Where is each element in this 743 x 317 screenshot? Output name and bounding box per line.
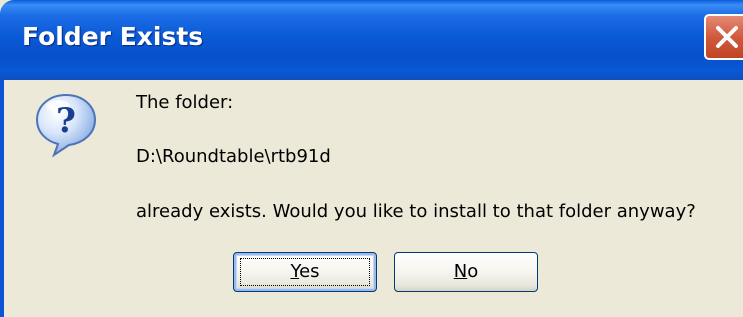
message-line-folder: The folder:	[136, 92, 234, 113]
no-button[interactable]: No	[394, 252, 538, 292]
dialog-title: Folder Exists	[22, 22, 204, 51]
no-button-label: No	[453, 261, 479, 282]
svg-text:?: ?	[56, 101, 76, 141]
close-icon	[716, 26, 738, 48]
message-line-question: already exists. Would you like to instal…	[136, 201, 696, 222]
yes-button-label: Yes	[290, 261, 320, 282]
folder-path-text: D:\Roundtable\rtb91d	[136, 146, 331, 167]
title-bar[interactable]: Folder Exists	[0, 0, 743, 80]
window-border-left	[0, 80, 4, 317]
folder-exists-dialog: Folder Exists ? The folder: D:\Roundtabl…	[0, 0, 743, 317]
close-button[interactable]	[704, 14, 743, 60]
yes-button[interactable]: Yes	[233, 252, 377, 292]
question-icon: ?	[34, 92, 98, 158]
